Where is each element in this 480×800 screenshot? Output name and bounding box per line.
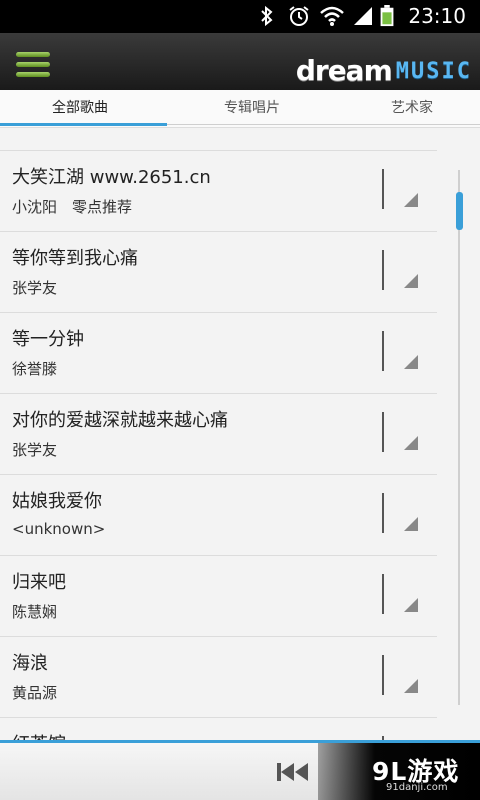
song-artist: 小沈阳 零点推荐: [12, 198, 133, 216]
song-title: 红茶馆: [12, 730, 66, 740]
logo-music-text: MUSIC: [395, 59, 472, 84]
app-screen: 23:10 dream MUSIC 全部歌曲 专辑唱片 艺术家 大笑江湖 www…: [0, 0, 480, 800]
scrollbar-thumb[interactable]: [456, 192, 463, 230]
song-artist: 张学友: [12, 279, 58, 297]
song-title: 对你的爱越深就越来越心痛: [12, 410, 228, 431]
row-divider: [382, 412, 384, 452]
song-title: 海浪: [12, 653, 48, 674]
wifi-icon: [320, 6, 344, 26]
song-row[interactable]: 大笑江湖 www.2651.cn 小沈阳 零点推荐: [0, 151, 437, 232]
signal-icon: [354, 7, 372, 25]
active-tab-indicator: [0, 123, 167, 126]
clock-time: 23:10: [408, 4, 466, 28]
logo-dream-text: dream: [295, 54, 393, 87]
more-options-icon[interactable]: [404, 274, 418, 288]
row-divider: [382, 574, 384, 614]
song-title: 姑娘我爱你: [12, 491, 102, 512]
tab-artists[interactable]: 艺术家: [332, 90, 480, 128]
more-options-icon[interactable]: [404, 193, 418, 207]
song-title: 归来吧: [12, 572, 66, 593]
song-row[interactable]: 归来吧 陈慧娴: [0, 556, 437, 637]
more-options-icon[interactable]: [404, 679, 418, 693]
song-row[interactable]: 海浪 黄品源: [0, 637, 437, 718]
song-row[interactable]: 等你等到我心痛 张学友: [0, 232, 437, 313]
song-artist: 徐誉滕: [12, 360, 58, 378]
more-options-icon[interactable]: [404, 355, 418, 369]
tab-divider-line: [167, 124, 480, 125]
song-artist: 陈慧娴: [12, 603, 58, 621]
alarm-icon: [289, 6, 309, 26]
scrollbar-track[interactable]: [458, 170, 460, 705]
song-row[interactable]: 对你的爱越深就越来越心痛 张学友: [0, 394, 437, 475]
song-artist: <unknown>: [12, 520, 106, 538]
song-row[interactable]: 等一分钟 徐誉滕: [0, 313, 437, 394]
more-options-icon[interactable]: [404, 598, 418, 612]
hamburger-menu-icon[interactable]: [16, 52, 50, 78]
watermark-url: 91danji.com: [386, 782, 448, 793]
row-divider: [382, 331, 384, 371]
app-header: dream MUSIC: [0, 33, 480, 90]
song-artist: 张学友: [12, 441, 58, 459]
more-options-icon[interactable]: [404, 517, 418, 531]
previous-track-icon[interactable]: [276, 761, 310, 783]
song-list[interactable]: 大笑江湖 www.2651.cn 小沈阳 零点推荐 等你等到我心痛 张学友 等一…: [0, 128, 480, 740]
song-row[interactable]: 红茶馆: [0, 718, 437, 740]
row-divider: [382, 169, 384, 209]
song-title: 大笑江湖 www.2651.cn: [12, 167, 211, 188]
row-divider: [382, 493, 384, 533]
song-row[interactable]: 姑娘我爱你 <unknown>: [0, 475, 437, 556]
song-title: 等一分钟: [12, 329, 84, 350]
row-divider: [382, 655, 384, 695]
battery-icon: [380, 5, 394, 27]
song-artist: 黄品源: [12, 684, 58, 702]
app-logo: dream MUSIC: [296, 51, 472, 85]
status-bar: 23:10: [0, 0, 480, 33]
tab-albums[interactable]: 专辑唱片: [172, 90, 332, 128]
row-divider: [382, 250, 384, 290]
bluetooth-icon: [261, 5, 273, 27]
more-options-icon[interactable]: [404, 436, 418, 450]
song-title: 等你等到我心痛: [12, 248, 138, 269]
